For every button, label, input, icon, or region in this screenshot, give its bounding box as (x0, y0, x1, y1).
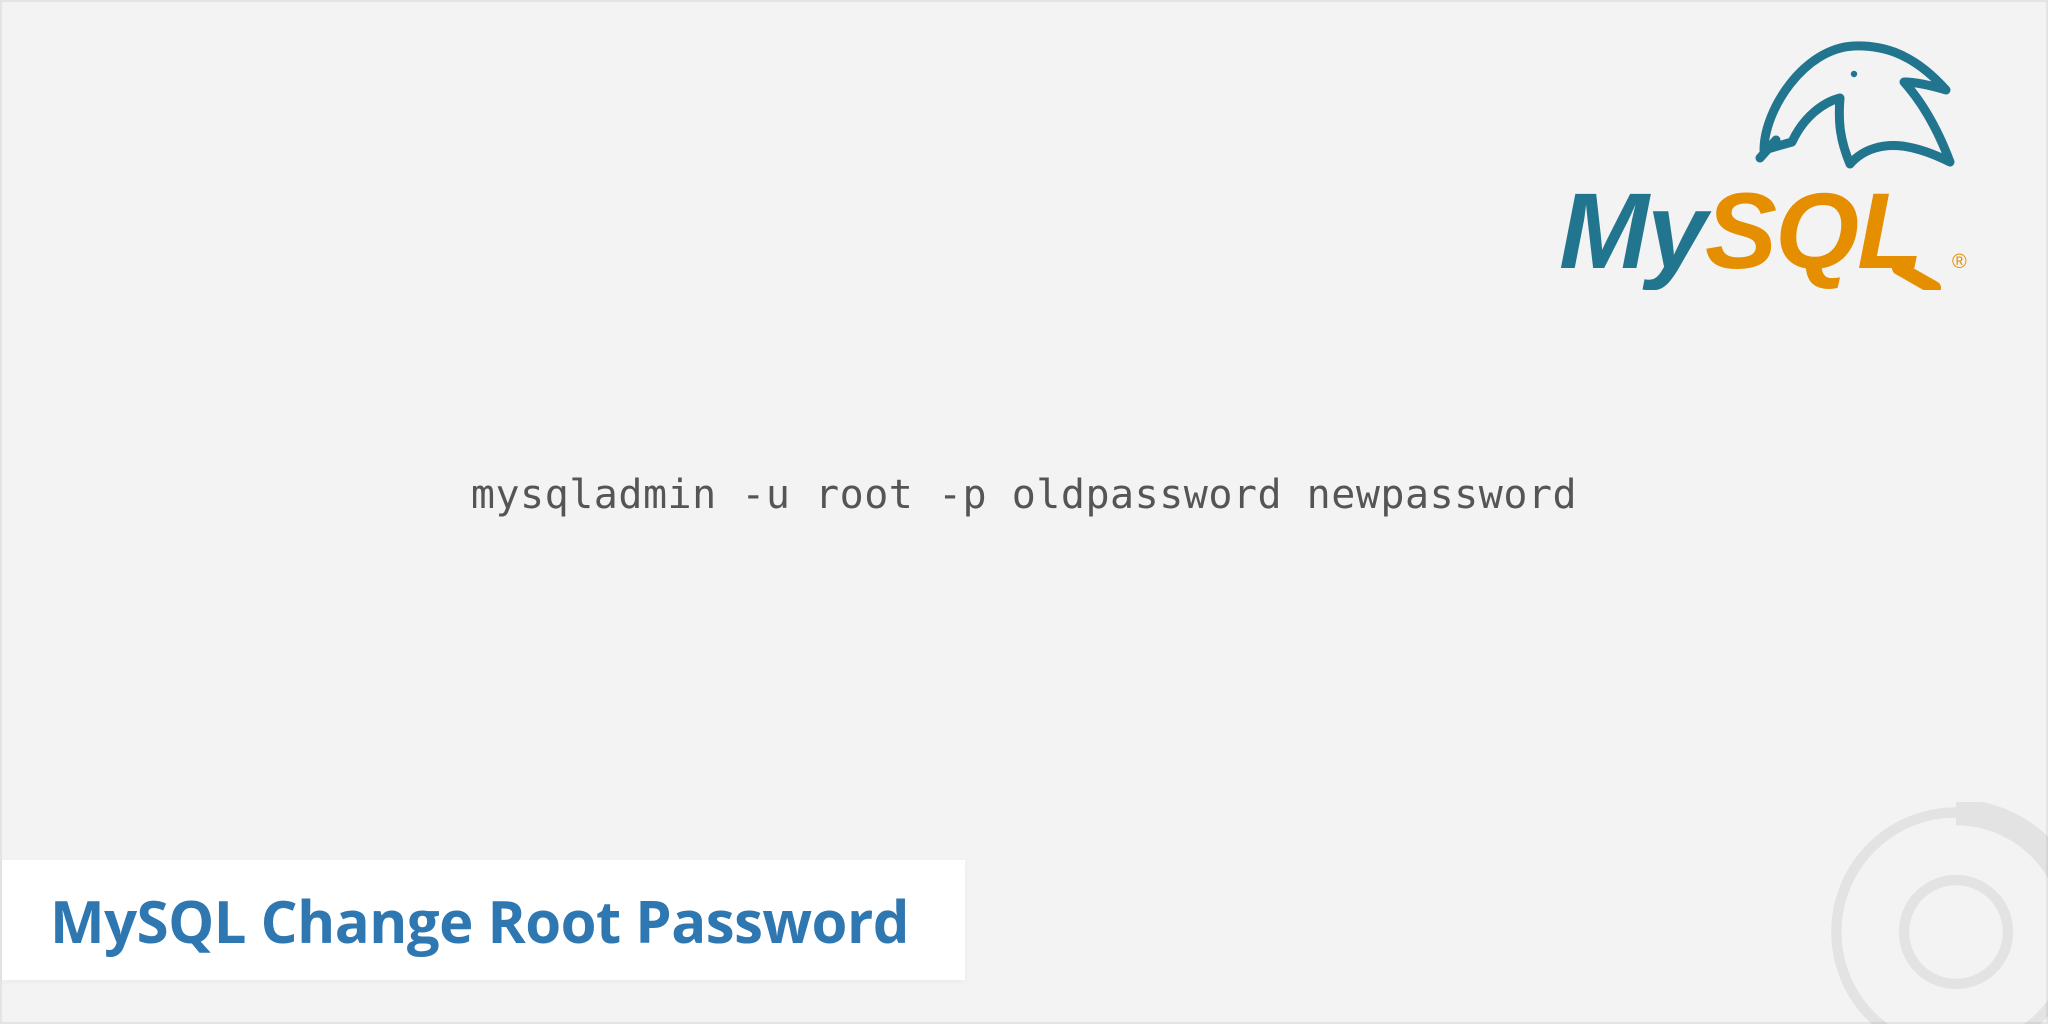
mysql-logo: MySQL ® (1554, 30, 1974, 290)
title-strip: MySQL Change Root Password (2, 860, 965, 980)
document-canvas: MySQL ® mysqladmin -u root -p oldpasswor… (0, 0, 2048, 1024)
registered-mark-icon: ® (1952, 251, 1967, 273)
dolphin-icon (1760, 46, 1950, 164)
command-text: mysqladmin -u root -p oldpassword newpas… (2, 472, 2046, 518)
svg-text:MySQL: MySQL (1559, 170, 1921, 290)
logo-text-my: My (1559, 170, 1712, 290)
watermark-icon (1826, 802, 2048, 1024)
page-title: MySQL Change Root Password (50, 881, 909, 960)
logo-text-sql: SQL (1705, 170, 1921, 290)
